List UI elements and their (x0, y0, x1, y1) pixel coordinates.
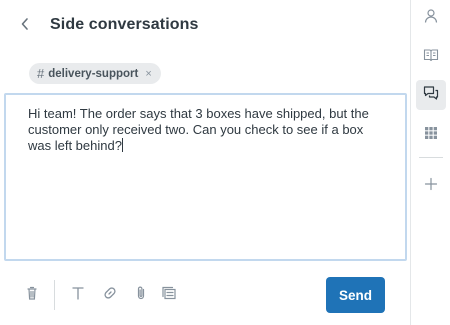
rail-item-knowledge[interactable] (416, 42, 446, 72)
hash-icon: # (37, 66, 45, 81)
toolbar-divider (54, 280, 55, 310)
message-text[interactable]: Hi team! The order says that 3 boxes hav… (28, 106, 388, 154)
trash-icon (23, 284, 41, 307)
recipient-tag[interactable]: # delivery-support × (29, 63, 161, 84)
apps-grid-icon (422, 124, 440, 147)
back-button[interactable] (14, 14, 36, 38)
chevron-left-icon (20, 17, 30, 36)
knowledge-book-icon (422, 46, 440, 69)
rail-item-apps[interactable] (416, 120, 446, 150)
attachment-icon (132, 284, 150, 307)
macro-button[interactable] (159, 285, 179, 305)
page-title: Side conversations (50, 16, 199, 33)
send-button[interactable]: Send (326, 277, 385, 313)
panel-header: Side conversations (0, 0, 410, 52)
text-caret (121, 138, 123, 152)
side-conversations-icon (422, 84, 440, 107)
text-format-button[interactable] (68, 285, 88, 305)
link-icon (101, 284, 119, 307)
delete-draft-button[interactable] (22, 285, 42, 305)
add-icon (422, 175, 440, 198)
message-editor[interactable]: Hi team! The order says that 3 boxes hav… (4, 93, 407, 261)
link-button[interactable] (100, 285, 120, 305)
rail-divider (419, 157, 443, 158)
context-rail (410, 0, 450, 325)
recipient-tag-label: delivery-support (48, 67, 139, 80)
remove-tag-icon[interactable]: × (145, 68, 151, 80)
user-icon (422, 7, 440, 30)
message-body: Hi team! The order says that 3 boxes hav… (28, 106, 369, 153)
macro-icon (160, 284, 178, 307)
rail-item-add[interactable] (416, 171, 446, 201)
text-format-icon (69, 284, 87, 307)
attach-button[interactable] (131, 285, 151, 305)
rail-item-side-conversations[interactable] (416, 80, 446, 110)
side-conversations-panel: Side conversations # delivery-support × … (0, 0, 410, 325)
rail-item-user[interactable] (416, 3, 446, 33)
